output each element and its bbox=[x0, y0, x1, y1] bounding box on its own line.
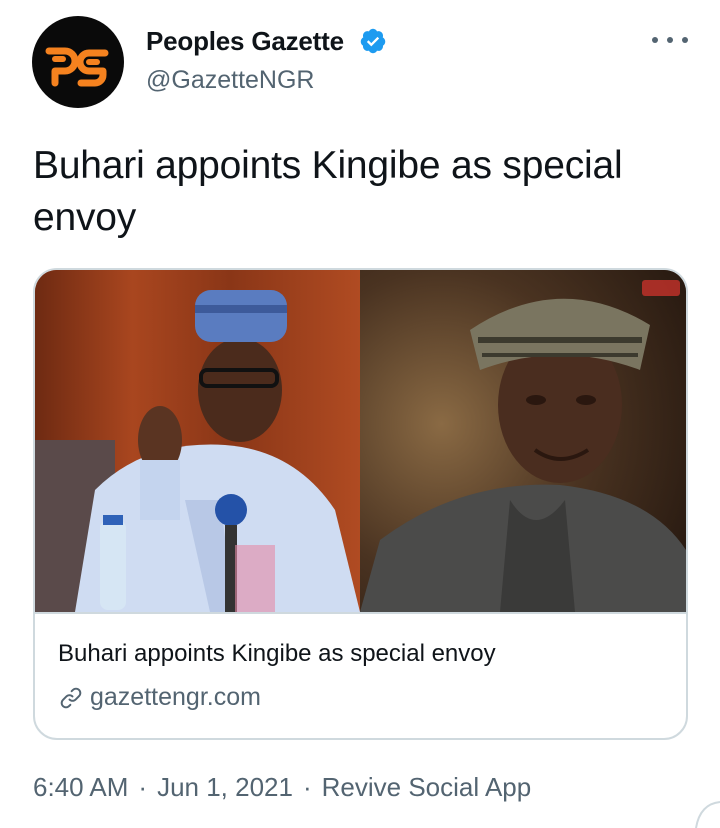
verified-badge-icon bbox=[360, 28, 386, 54]
card-domain: gazettengr.com bbox=[90, 683, 261, 711]
tweet-source[interactable]: Revive Social App bbox=[322, 772, 532, 803]
peoples-gazette-logo bbox=[45, 47, 109, 87]
card-image[interactable] bbox=[35, 270, 686, 612]
dot bbox=[652, 37, 658, 43]
tweet: Peoples Gazette @GazetteNGR Buhari appoi… bbox=[0, 0, 720, 828]
dot bbox=[682, 37, 688, 43]
card-divider bbox=[35, 612, 686, 614]
card-photo-left bbox=[35, 270, 360, 612]
tweet-date[interactable]: Jun 1, 2021 bbox=[157, 772, 293, 803]
card-domain-row[interactable]: gazettengr.com bbox=[58, 683, 261, 712]
tweet-time[interactable]: 6:40 AM bbox=[33, 772, 128, 803]
dot bbox=[667, 37, 673, 43]
link-icon bbox=[60, 687, 82, 708]
avatar[interactable] bbox=[32, 16, 124, 108]
meta-separator: · bbox=[138, 772, 148, 802]
corner-decoration bbox=[695, 801, 720, 828]
account-handle[interactable]: @GazetteNGR bbox=[146, 66, 314, 95]
tweet-meta: 6:40 AM · Jun 1, 2021 · Revive Social Ap… bbox=[33, 772, 531, 803]
tweet-text: Buhari appoints Kingibe as special envoy bbox=[33, 144, 623, 239]
meta-separator: · bbox=[302, 772, 312, 802]
card-title[interactable]: Buhari appoints Kingibe as special envoy bbox=[58, 640, 496, 668]
more-options-icon[interactable] bbox=[652, 30, 688, 50]
link-card[interactable]: Buhari appoints Kingibe as special envoy… bbox=[33, 268, 688, 740]
card-photo-right bbox=[360, 270, 686, 612]
display-name[interactable]: Peoples Gazette bbox=[146, 26, 344, 57]
